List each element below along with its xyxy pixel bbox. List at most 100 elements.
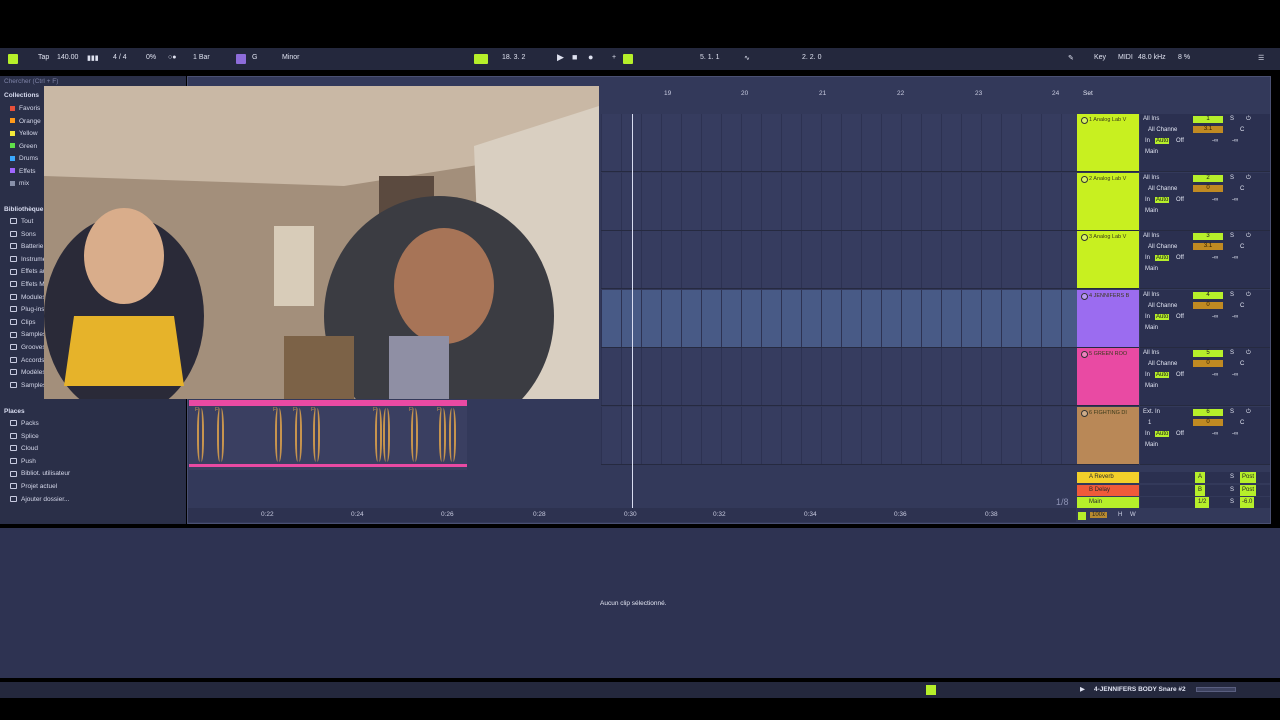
track-number-button[interactable]: 5: [1193, 350, 1223, 357]
collection-item[interactable]: mix: [10, 180, 29, 187]
pan-center[interactable]: C: [1240, 420, 1244, 426]
library-item[interactable]: Tout: [10, 218, 33, 225]
return-track-header[interactable]: B Delay: [1077, 484, 1139, 496]
track-header[interactable]: 2 Analog Lab V: [1077, 173, 1139, 231]
menu-icon[interactable]: ☰: [1258, 54, 1264, 62]
return-track-name[interactable]: Main: [1089, 499, 1102, 505]
input-channel-select[interactable]: All Channe: [1148, 244, 1177, 250]
quantize-select[interactable]: 1 Bar: [193, 54, 210, 61]
track-lane[interactable]: [601, 173, 1077, 231]
monitor-off-button[interactable]: Off: [1176, 314, 1184, 320]
return-solo-button[interactable]: S: [1230, 497, 1234, 508]
track-name[interactable]: 1 Analog Lab V: [1089, 117, 1137, 123]
time-signature-field[interactable]: 4 / 4: [113, 54, 127, 61]
track-lane[interactable]: [601, 114, 1077, 172]
pan-center[interactable]: C: [1240, 361, 1244, 367]
view-toggle-icon[interactable]: [8, 54, 18, 64]
track-header[interactable]: 6 FIGHTING DI: [1077, 407, 1139, 465]
track-volume-field[interactable]: 0: [1193, 185, 1223, 192]
track-name[interactable]: 6 FIGHTING DI: [1089, 410, 1137, 416]
library-item[interactable]: Samples: [10, 382, 46, 389]
monitor-in-button[interactable]: In: [1145, 138, 1150, 144]
track-activator-icon[interactable]: [1081, 351, 1088, 358]
monitor-in-button[interactable]: In: [1145, 197, 1150, 203]
library-item[interactable]: Batterie: [10, 243, 43, 250]
track-name[interactable]: 5 GREEN ROO: [1089, 351, 1137, 357]
record-arm-icon[interactable]: ⏻: [1246, 233, 1251, 240]
track-activator-icon[interactable]: [1081, 234, 1088, 241]
pencil-icon[interactable]: ✎: [1068, 54, 1074, 62]
monitor-off-button[interactable]: Off: [1176, 372, 1184, 378]
solo-button[interactable]: S: [1230, 116, 1234, 122]
song-position-field[interactable]: 18. 3. 2: [502, 54, 525, 61]
send-b-value[interactable]: -∞: [1232, 431, 1238, 437]
follow-icon[interactable]: ○●: [168, 54, 176, 61]
monitor-in-button[interactable]: In: [1145, 314, 1150, 320]
solo-button[interactable]: S: [1230, 350, 1234, 356]
solo-button[interactable]: S: [1230, 292, 1234, 298]
send-a-value[interactable]: -∞: [1212, 255, 1218, 261]
return-post-button[interactable]: -6.0: [1240, 497, 1255, 508]
mixer-toggle-icon[interactable]: [1078, 512, 1086, 520]
loop-icon[interactable]: ∿: [744, 54, 750, 62]
monitor-auto-button[interactable]: Auto: [1155, 431, 1170, 437]
track-header[interactable]: 3 Analog Lab V: [1077, 231, 1139, 289]
scale-select[interactable]: Minor: [282, 54, 300, 61]
add-icon[interactable]: +: [612, 54, 616, 61]
return-track-name[interactable]: B Delay: [1089, 487, 1110, 493]
record-arm-icon[interactable]: ⏻: [1246, 292, 1251, 299]
return-solo-button[interactable]: S: [1230, 485, 1234, 496]
send-a-value[interactable]: -∞: [1212, 431, 1218, 437]
send-b-value[interactable]: -∞: [1232, 372, 1238, 378]
track-lane[interactable]: [601, 407, 1077, 465]
track-name[interactable]: 3 Analog Lab V: [1089, 234, 1137, 240]
record-icon[interactable]: ●: [588, 52, 593, 62]
clip-waveform[interactable]: [449, 408, 456, 462]
loop-length-field[interactable]: 2. 2. 0: [802, 54, 821, 61]
record-arm-icon[interactable]: ⏻: [1246, 409, 1251, 416]
pan-center[interactable]: C: [1240, 244, 1244, 250]
track-number-button[interactable]: 6: [1193, 409, 1223, 416]
track-lane[interactable]: [601, 231, 1077, 289]
place-item[interactable]: Cloud: [10, 445, 38, 452]
record-arm-icon[interactable]: ⏻: [1246, 116, 1251, 123]
output-select[interactable]: Main: [1145, 325, 1158, 331]
monitor-off-button[interactable]: Off: [1176, 138, 1184, 144]
input-type-select[interactable]: All Ins: [1143, 350, 1159, 356]
return-track-header[interactable]: Main: [1077, 497, 1139, 508]
monitor-auto-button[interactable]: Auto: [1155, 314, 1170, 320]
return-post-button[interactable]: Post: [1240, 472, 1257, 483]
clip-waveform[interactable]: [375, 408, 382, 462]
monitor-off-button[interactable]: Off: [1176, 431, 1184, 437]
midi-map-button[interactable]: MIDI: [1118, 54, 1133, 61]
clip-waveform[interactable]: [411, 408, 418, 462]
track-activator-icon[interactable]: [1081, 410, 1088, 417]
input-type-select[interactable]: All Ins: [1143, 175, 1159, 181]
track-volume-field[interactable]: 0: [1193, 360, 1223, 367]
monitor-auto-button[interactable]: Auto: [1155, 197, 1170, 203]
input-channel-select[interactable]: 1: [1148, 420, 1151, 426]
return-letter[interactable]: 1/2: [1195, 497, 1210, 508]
track-number-button[interactable]: 4: [1193, 292, 1223, 299]
bar-ruler[interactable]: 19 20 21 22 23 24: [600, 90, 1075, 100]
return-track-header[interactable]: A Reverb: [1077, 472, 1139, 483]
solo-button[interactable]: S: [1230, 175, 1234, 181]
track-volume-field[interactable]: 0: [1193, 419, 1223, 426]
track-activator-icon[interactable]: [1081, 176, 1088, 183]
output-select[interactable]: Main: [1145, 149, 1158, 155]
search-input[interactable]: Chercher (Ctrl + F): [4, 78, 184, 85]
clip-header-bar[interactable]: [189, 400, 467, 406]
track-activator-icon[interactable]: [1081, 293, 1088, 300]
input-type-select[interactable]: All Ins: [1143, 233, 1159, 239]
track-volume-field[interactable]: 3.1: [1193, 243, 1223, 250]
clip-waveform[interactable]: [313, 408, 320, 462]
library-item[interactable]: Sons: [10, 231, 36, 238]
collection-item[interactable]: Drums: [10, 155, 38, 162]
track-volume-field[interactable]: 0: [1193, 302, 1223, 309]
place-item[interactable]: Projet actuel: [10, 483, 57, 490]
monitor-auto-button[interactable]: Auto: [1155, 372, 1170, 378]
collection-item[interactable]: Orange: [10, 118, 41, 125]
send-a-value[interactable]: -∞: [1212, 138, 1218, 144]
clip-waveform[interactable]: [439, 408, 446, 462]
place-item[interactable]: Ajouter dossier...: [10, 496, 69, 503]
